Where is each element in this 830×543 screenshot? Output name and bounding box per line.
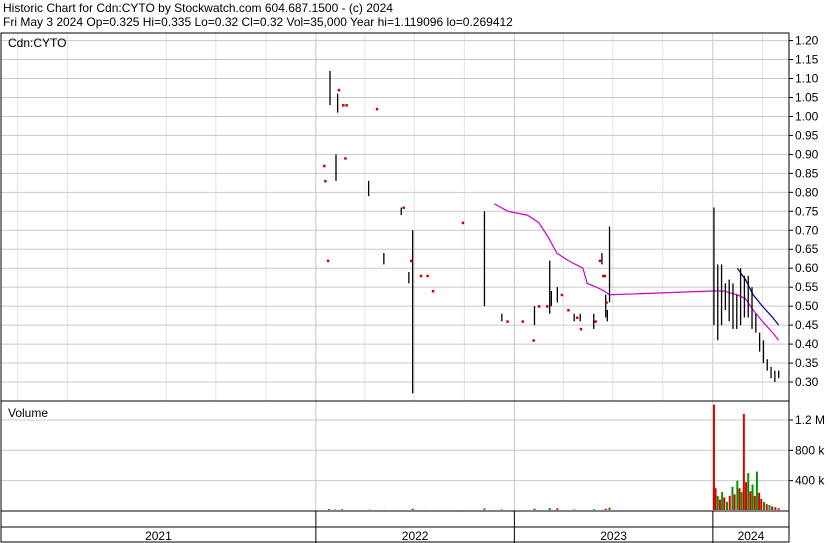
price-point [419, 274, 423, 278]
price-axis: 0.30 0.35 0.40 0.45 0.50 0.55 0.60 0.65 0.70 0.75… [789, 34, 819, 389]
price-point [326, 259, 330, 263]
price-point [337, 88, 341, 92]
price-tick-label: 0.80 [795, 185, 819, 199]
price-point [594, 320, 597, 323]
year-label: 2022 [402, 529, 429, 543]
price-point [506, 320, 509, 323]
price-tick-label: 0.40 [795, 337, 819, 351]
price-tick-label: 0.45 [795, 318, 819, 332]
volume-bars [327, 404, 780, 511]
price-point [537, 305, 541, 308]
price-tick-label: 0.70 [795, 223, 819, 237]
price-tick-label: 0.50 [795, 299, 819, 313]
price-point [426, 274, 429, 278]
price-tick-label: 1.15 [795, 53, 819, 67]
year-label: 2024 [738, 529, 765, 543]
price-tick-label: 0.30 [795, 375, 819, 389]
price-point [603, 274, 607, 278]
price-bars [329, 70, 780, 394]
price-point [532, 339, 535, 342]
price-point [375, 107, 379, 111]
price-point [598, 259, 602, 263]
price-tick-label: 0.95 [795, 128, 819, 142]
price-point [344, 157, 347, 160]
price-point [323, 164, 326, 168]
year-label: 2023 [600, 529, 627, 543]
price-tick-label: 1.00 [795, 109, 819, 123]
year-label: 2021 [145, 529, 172, 543]
moving-averages [493, 203, 780, 341]
price-point [410, 259, 413, 263]
time-axis: 2021 2022 2023 2024 [145, 529, 765, 543]
volume-tick-label: 400 k [795, 474, 825, 488]
price-point [605, 301, 608, 304]
moving-average-line [493, 203, 780, 341]
price-point [324, 179, 327, 183]
price-tick-label: 0.90 [795, 147, 819, 161]
price-tick-label: 0.55 [795, 280, 819, 294]
volume-tick-label: 800 k [795, 443, 825, 457]
price-tick-label: 0.75 [795, 204, 819, 218]
symbol-label: Cdn:CYTO [8, 36, 66, 50]
price-tick-label: 1.10 [795, 72, 819, 86]
grid-lines [1, 33, 789, 543]
price-tick-label: 1.20 [795, 34, 819, 48]
price-point [461, 221, 465, 225]
price-tick-label: 0.35 [795, 356, 819, 370]
price-points [323, 88, 608, 342]
price-point [567, 308, 570, 312]
price-point [560, 293, 564, 297]
price-panel [0, 32, 790, 402]
price-point [342, 104, 345, 107]
volume-tick-label: 1.2 M [795, 413, 825, 427]
volume-label: Volume [8, 406, 48, 420]
price-point [545, 305, 549, 308]
price-point [575, 316, 579, 320]
price-point [345, 104, 348, 107]
price-point [431, 289, 435, 293]
price-point [402, 206, 405, 210]
volume-panel [0, 400, 790, 512]
stock-chart: Cdn:CYTO Volume 0.30 0.35 0.40 0.45 0.50 0.55… [0, 32, 825, 543]
price-tick-label: 0.60 [795, 261, 819, 275]
price-point [521, 320, 525, 323]
price-tick-label: 0.65 [795, 242, 819, 256]
price-tick-label: 0.85 [795, 166, 819, 180]
price-point [579, 327, 583, 331]
price-tick-label: 1.05 [795, 90, 819, 104]
volume-axis: 400 k 800 k 1.2 M [789, 413, 825, 488]
